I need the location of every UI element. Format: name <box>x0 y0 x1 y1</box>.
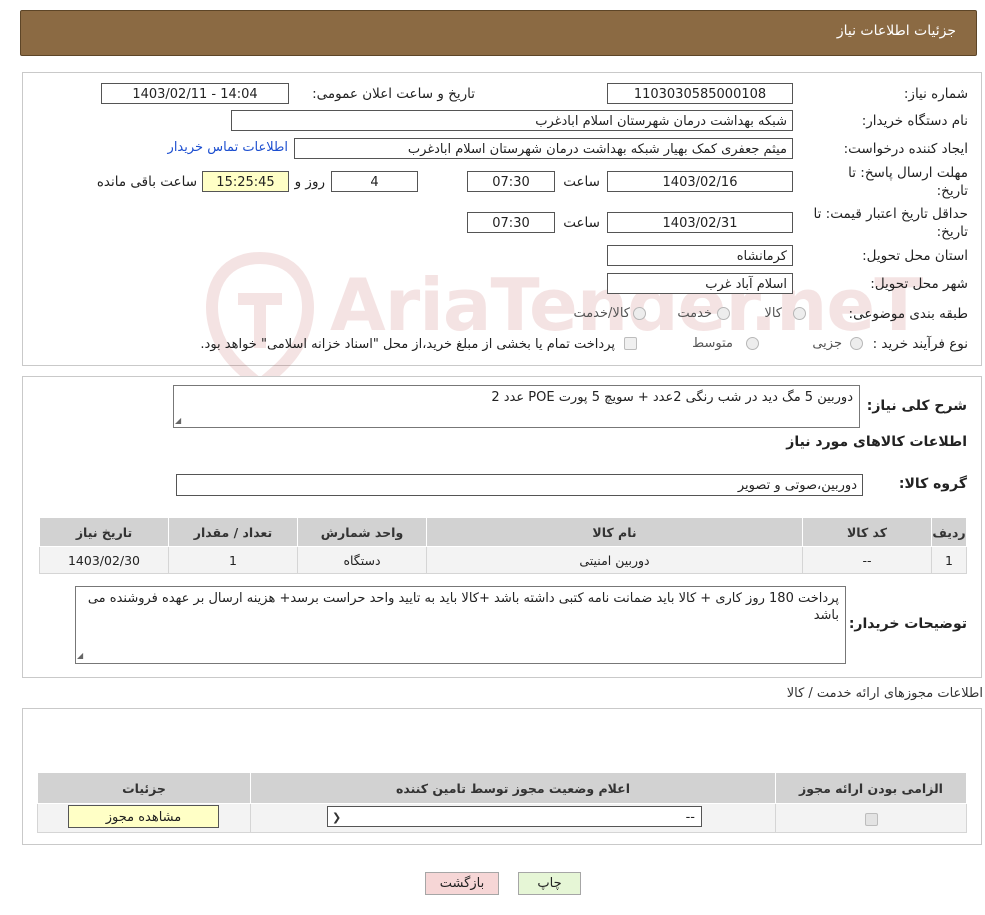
cell-need-date: 1403/02/30 <box>39 546 169 574</box>
col-need-date: تاریخ نیاز <box>39 517 169 547</box>
back-button[interactable]: بازگشت <box>425 872 499 895</box>
chevron-down-icon: ❯ <box>332 811 342 824</box>
treasury-note: پرداخت تمام یا بخشی از مبلغ خرید،از محل … <box>200 337 615 352</box>
need-summary-label: شرح کلی نیاز: <box>866 398 967 414</box>
validity-label-line2: تاریخ: <box>936 224 968 240</box>
permit-status-select-value: -- <box>685 810 695 825</box>
col-goods-code: کد کالا <box>802 517 932 547</box>
deadline-time-label: ساعت <box>563 174 600 190</box>
category-option-goods-service: کالا/خدمت <box>573 306 630 321</box>
category-radio-service[interactable] <box>717 307 730 320</box>
deadline-label-line1: مهلت ارسال پاسخ: تا <box>848 165 968 181</box>
buyer-org-field: شبکه بهداشت درمان شهرستان اسلام ابادغرب <box>231 110 793 131</box>
validity-date-field: 1403/02/31 <box>607 212 793 233</box>
need-number-field: 1103030585000108 <box>607 83 793 104</box>
time-remaining-field: 15:25:45 <box>202 171 289 192</box>
request-creator-field: میثم جعفری کمک بهیار شبکه بهداشت درمان ش… <box>294 138 793 159</box>
cell-quantity: 1 <box>168 546 298 574</box>
treasury-checkbox[interactable] <box>624 337 637 350</box>
days-label: روز و <box>294 174 325 190</box>
col-unit: واحد شمارش <box>297 517 427 547</box>
announce-datetime-label: تاریخ و ساعت اعلان عمومی: <box>312 86 475 102</box>
process-radio-medium[interactable] <box>746 337 759 350</box>
resize-grip-icon[interactable]: ◢ <box>77 652 85 660</box>
process-radio-minor[interactable] <box>850 337 863 350</box>
col-permit-details: جزئیات <box>37 772 251 804</box>
page-title: جزئیات اطلاعات نیاز <box>836 23 956 39</box>
process-type-label: نوع فرآیند خرید : <box>872 336 968 352</box>
buyer-notes-field: پرداخت 180 روز کاری + کالا باید ضمانت نا… <box>75 586 846 664</box>
category-radio-goods-service[interactable] <box>633 307 646 320</box>
validity-time-label: ساعت <box>563 215 600 231</box>
buyer-notes-text: پرداخت 180 روز کاری + کالا باید ضمانت نا… <box>87 591 839 623</box>
permits-title: اطلاعات مجوزهای ارائه خدمت / کالا <box>786 686 983 701</box>
city-field: اسلام آباد غرب <box>607 273 793 294</box>
goods-group-field: دوربین،صوتی و تصویر <box>176 474 863 496</box>
goods-table: ردیف کد کالا نام کالا واحد شمارش تعداد /… <box>39 517 967 574</box>
print-button[interactable]: چاپ <box>518 872 581 895</box>
view-permit-button[interactable]: مشاهده مجوز <box>68 805 219 828</box>
permits-header-row: الزامی بودن ارائه مجوز اعلام وضعیت مجوز … <box>37 772 967 804</box>
province-label: استان محل تحویل: <box>862 248 968 264</box>
need-summary-field: دوربین 5 مگ دید در شب رنگی 2عدد + سویچ 5… <box>173 385 860 428</box>
permit-status-select[interactable]: -- ❯ <box>327 806 702 827</box>
deadline-label-line2: تاریخ: <box>936 183 968 199</box>
cell-row-number: 1 <box>931 546 967 574</box>
buyer-notes-label: توضیحات خریدار: <box>848 616 967 632</box>
category-radio-goods[interactable] <box>793 307 806 320</box>
cell-permit-required <box>775 803 967 833</box>
deadline-time-field: 07:30 <box>467 171 555 192</box>
category-label: طبقه بندی موضوعی: <box>848 306 968 322</box>
table-row: 1 -- دوربین امنیتی دستگاه 1 1403/02/30 <box>39 546 967 574</box>
province-field: کرمانشاه <box>607 245 793 266</box>
days-remaining-field: 4 <box>331 171 418 192</box>
col-permit-required: الزامی بودن ارائه مجوز <box>775 772 967 804</box>
page-header: جزئیات اطلاعات نیاز <box>20 10 977 56</box>
buyer-org-label: نام دستگاه خریدار: <box>861 113 968 129</box>
time-remaining-label: ساعت باقی مانده <box>96 174 197 190</box>
category-option-goods: کالا <box>764 306 782 321</box>
need-summary-text: دوربین 5 مگ دید در شب رنگی 2عدد + سویچ 5… <box>491 390 853 405</box>
category-option-service: خدمت <box>677 306 712 321</box>
goods-group-label: گروه کالا: <box>898 476 967 492</box>
validity-time-field: 07:30 <box>467 212 555 233</box>
cell-goods-code: -- <box>802 546 932 574</box>
need-number-label: شماره نیاز: <box>903 86 968 102</box>
cell-goods-name: دوربین امنیتی <box>426 546 803 574</box>
process-option-minor: جزیی <box>812 336 842 351</box>
permit-required-checkbox <box>864 812 878 826</box>
goods-info-title: اطلاعات کالاهای مورد نیاز <box>786 434 967 450</box>
validity-label-line1: حداقل تاریخ اعتبار قیمت: تا <box>813 206 968 222</box>
col-goods-name: نام کالا <box>426 517 803 547</box>
deadline-date-field: 1403/02/16 <box>607 171 793 192</box>
col-row-number: ردیف <box>931 517 967 547</box>
resize-grip-icon[interactable]: ◢ <box>175 417 183 425</box>
col-permit-status: اعلام وضعیت مجوز توسط تامین کننده <box>250 772 776 804</box>
col-quantity: تعداد / مقدار <box>168 517 298 547</box>
buyer-contact-link[interactable]: اطلاعات تماس خریدار <box>168 140 288 155</box>
process-option-medium: متوسط <box>692 336 733 351</box>
announce-datetime-field: 1403/02/11 - 14:04 <box>101 83 289 104</box>
cell-unit: دستگاه <box>297 546 427 574</box>
request-creator-label: ایجاد کننده درخواست: <box>843 141 968 157</box>
city-label: شهر محل تحویل: <box>870 276 968 292</box>
goods-table-header-row: ردیف کد کالا نام کالا واحد شمارش تعداد /… <box>39 517 967 547</box>
